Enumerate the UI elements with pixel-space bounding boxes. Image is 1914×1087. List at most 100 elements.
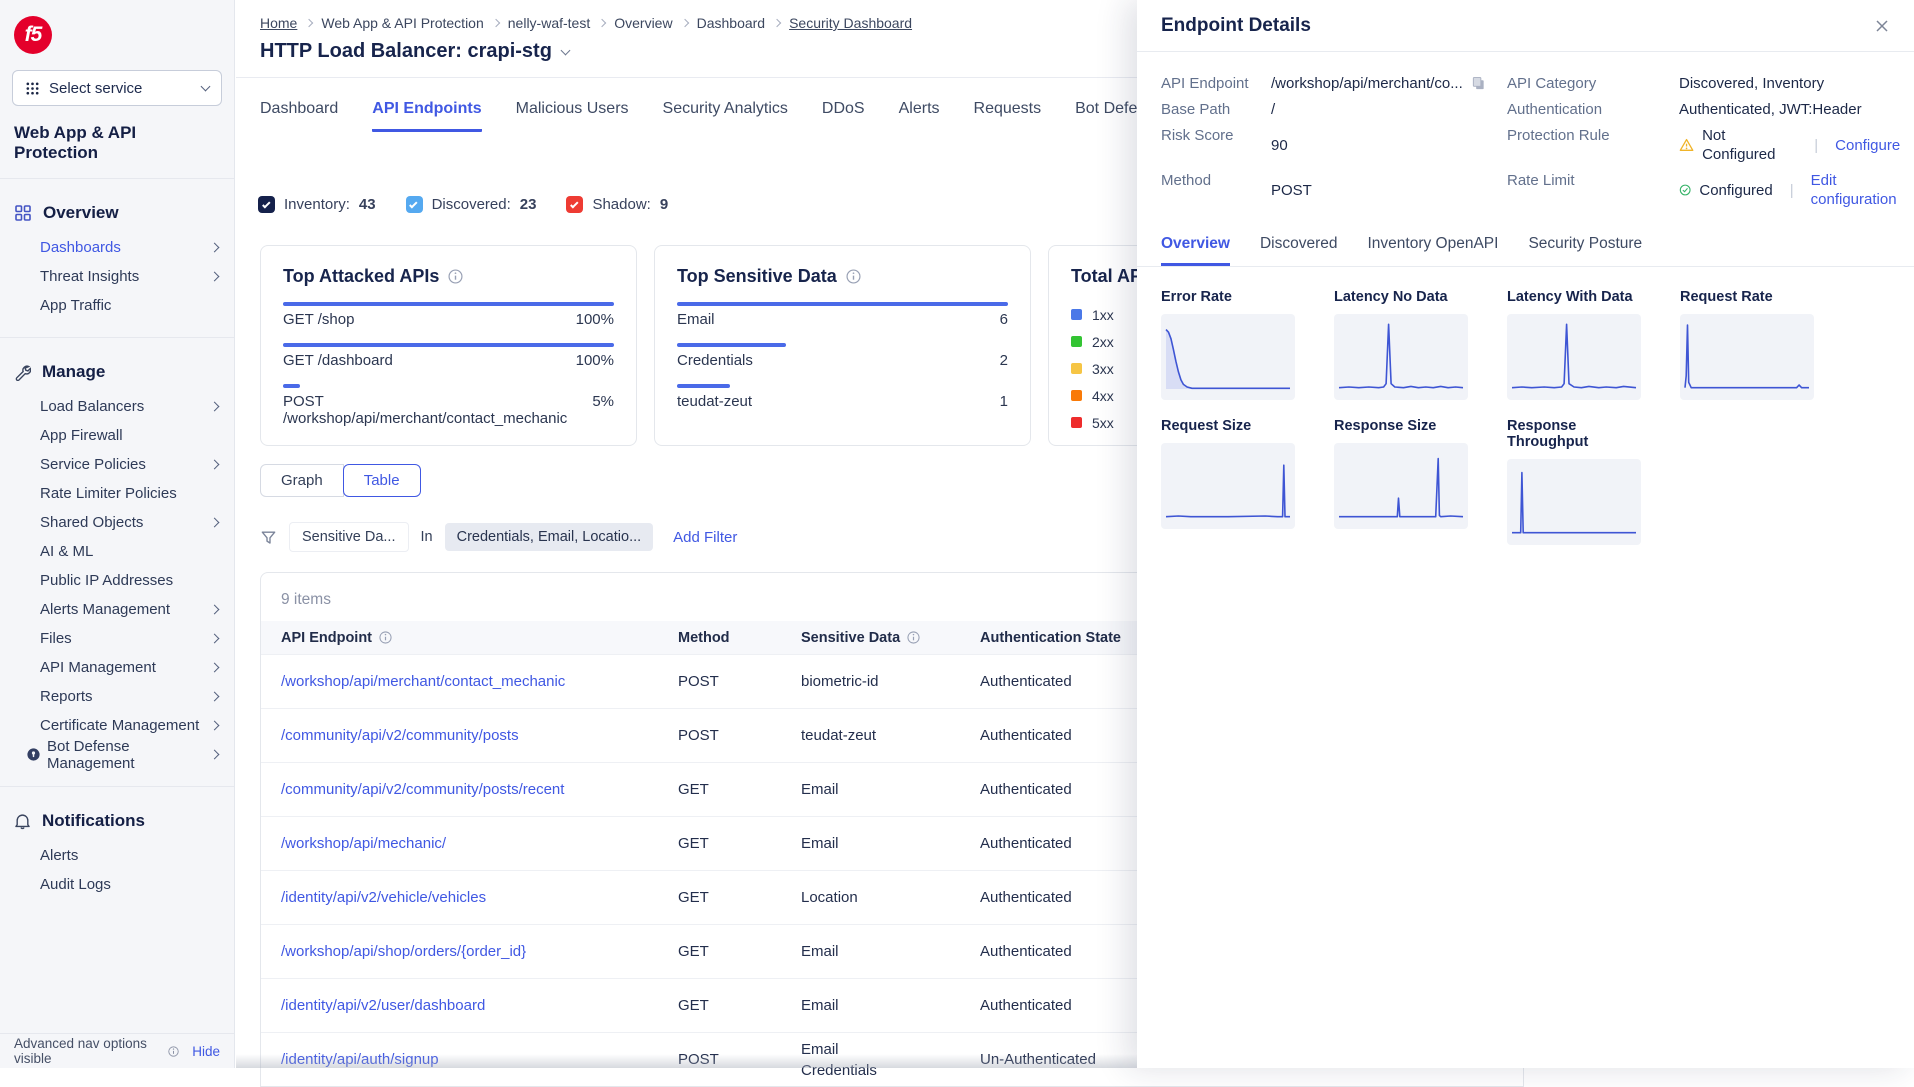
chevron-right-icon: [210, 460, 220, 470]
column-label: Method: [678, 630, 730, 646]
sidebar-item-label: Bot Defense Management: [47, 738, 211, 772]
field-label: Risk Score: [1161, 126, 1271, 164]
sidebar-item-api-management[interactable]: API Management: [0, 653, 234, 682]
sidebar-item-public-ip-addresses[interactable]: Public IP Addresses: [0, 566, 234, 595]
sidebar-item-app-firewall[interactable]: App Firewall: [0, 421, 234, 450]
sidebar-item-ai-ml[interactable]: AI & ML: [0, 537, 234, 566]
info-icon[interactable]: [448, 269, 463, 284]
bar-label: GET /shop: [283, 311, 354, 328]
info-icon[interactable]: [846, 269, 861, 284]
endpoint-link[interactable]: /community/api/v2/community/posts: [281, 727, 678, 744]
tab-security-analytics[interactable]: Security Analytics: [663, 100, 788, 132]
endpoint-link[interactable]: /workshop/api/shop/orders/{order_id}: [281, 943, 678, 960]
sidebar-item-certificate-management[interactable]: Certificate Management: [0, 711, 234, 740]
sidebar-item-files[interactable]: Files: [0, 624, 234, 653]
endpoint-link[interactable]: /community/api/v2/community/posts/recent: [281, 781, 678, 798]
checkbox-discovered[interactable]: Discovered: 23: [406, 196, 537, 213]
sidebar-item-reports[interactable]: Reports: [0, 682, 234, 711]
hide-nav-button[interactable]: Hide: [192, 1044, 220, 1059]
endpoint-link[interactable]: /identity/api/v2/user/dashboard: [281, 997, 678, 1014]
endpoint-link[interactable]: /workshop/api/merchant/contact_mechanic: [281, 673, 678, 690]
sparkline-chart: [1334, 443, 1468, 529]
info-icon[interactable]: [379, 631, 392, 644]
panel-tab-discovered[interactable]: Discovered: [1260, 235, 1338, 266]
service-selector[interactable]: Select service: [12, 70, 222, 106]
info-icon[interactable]: [907, 631, 920, 644]
legend-label: 5xx: [1092, 415, 1114, 431]
close-button[interactable]: [1874, 18, 1890, 34]
configure-link[interactable]: Configure: [1835, 136, 1900, 155]
sidebar-item-shared-objects[interactable]: Shared Objects: [0, 508, 234, 537]
tab-dashboard[interactable]: Dashboard: [260, 100, 338, 132]
checkbox-icon: [258, 196, 275, 213]
filter-field-chip[interactable]: Sensitive Da...: [289, 522, 409, 552]
bar-value: 2: [1000, 352, 1008, 369]
breadcrumb-item[interactable]: nelly-waf-test: [508, 15, 590, 31]
bar-row: GET /shop 100%: [283, 302, 614, 328]
tab-ddos[interactable]: DDoS: [822, 100, 865, 132]
endpoint-fields: API Endpoint /workshop/api/merchant/co..…: [1137, 52, 1914, 209]
chart-title: Request Rate: [1680, 289, 1814, 305]
add-filter-button[interactable]: Add Filter: [673, 529, 737, 546]
sensitive-cell: Email: [801, 835, 980, 852]
sidebar-item-threat-insights[interactable]: Threat Insights: [0, 262, 234, 291]
checkbox-inventory[interactable]: Inventory: 43: [258, 196, 376, 213]
filter-value-chip[interactable]: Credentials, Email, Locatio...: [445, 523, 654, 551]
sidebar-item-bot-defense-management[interactable]: Bot Defense Management: [0, 740, 234, 769]
sidebar-item-label: App Firewall: [40, 427, 218, 444]
bar-row: Email 6: [677, 302, 1008, 328]
sidebar-item-label: Service Policies: [40, 456, 211, 473]
chevron-right-icon: [210, 721, 220, 731]
chart-request-rate: Request Rate: [1680, 289, 1814, 400]
breadcrumb-item[interactable]: Web App & API Protection: [321, 15, 483, 31]
sidebar-item-load-balancers[interactable]: Load Balancers: [0, 392, 234, 421]
method-cell: GET: [678, 889, 801, 906]
breadcrumb-item[interactable]: Dashboard: [697, 15, 766, 31]
chart-latency-with-data: Latency With Data: [1507, 289, 1641, 400]
tab-alerts[interactable]: Alerts: [899, 100, 940, 132]
sidebar-section-manage: Manage: [0, 338, 234, 382]
legend-label: 2xx: [1092, 334, 1114, 350]
chevron-right-icon: [210, 518, 220, 528]
breadcrumb-current[interactable]: Security Dashboard: [789, 15, 912, 31]
breadcrumb-item[interactable]: Overview: [614, 15, 672, 31]
sparkline-chart: [1507, 314, 1641, 400]
endpoint-link[interactable]: /workshop/api/mechanic/: [281, 835, 678, 852]
sidebar-item-alerts-management[interactable]: Alerts Management: [0, 595, 234, 624]
copy-icon[interactable]: [1471, 76, 1486, 91]
title-dropdown-icon[interactable]: [560, 45, 570, 55]
info-icon[interactable]: [168, 1045, 179, 1058]
sidebar-item-label: AI & ML: [40, 543, 218, 560]
wrench-icon: [14, 364, 31, 381]
sidebar-item-audit-logs[interactable]: Audit Logs: [0, 870, 234, 899]
sidebar-item-rate-limiter-policies[interactable]: Rate Limiter Policies: [0, 479, 234, 508]
endpoint-link[interactable]: /identity/api/v2/vehicle/vehicles: [281, 889, 678, 906]
table-view-button[interactable]: Table: [343, 464, 421, 497]
graph-view-button[interactable]: Graph: [260, 464, 344, 497]
chevron-right-icon: [210, 605, 220, 615]
sparkline-chart: [1161, 314, 1295, 400]
bar: [677, 343, 786, 347]
sidebar-item-alerts[interactable]: Alerts: [0, 841, 234, 870]
legend-swatch: [1071, 417, 1082, 428]
checkbox-label: Discovered:: [432, 196, 511, 213]
breadcrumb-home[interactable]: Home: [260, 15, 297, 31]
checkbox-shadow[interactable]: Shadow: 9: [566, 196, 668, 213]
sidebar-item-dashboards[interactable]: Dashboards: [0, 233, 234, 262]
tab-malicious-users[interactable]: Malicious Users: [516, 100, 629, 132]
edit-configuration-link[interactable]: Edit configuration: [1811, 171, 1901, 209]
panel-tab-overview[interactable]: Overview: [1161, 235, 1230, 266]
field-label: Rate Limit: [1507, 171, 1679, 209]
field-label: Method: [1161, 171, 1271, 209]
sidebar-item-service-policies[interactable]: Service Policies: [0, 450, 234, 479]
sidebar-item-app-traffic[interactable]: App Traffic: [0, 291, 234, 320]
f5-logo[interactable]: f5: [14, 16, 52, 54]
bell-icon: [14, 813, 31, 830]
sparkline-chart: [1161, 443, 1295, 529]
tab-requests[interactable]: Requests: [974, 100, 1042, 132]
tab-api-endpoints[interactable]: API Endpoints: [372, 100, 481, 132]
chevron-right-icon: [210, 243, 220, 253]
panel-tab-security-posture[interactable]: Security Posture: [1528, 235, 1642, 266]
sidebar-item-label: App Traffic: [40, 297, 218, 314]
panel-tab-inventory-openapi[interactable]: Inventory OpenAPI: [1367, 235, 1498, 266]
